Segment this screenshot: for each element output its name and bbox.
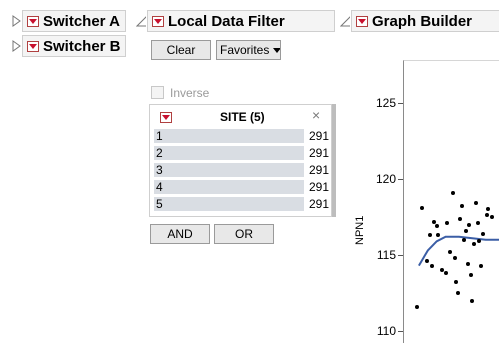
filter-scrollbar[interactable] [332, 104, 336, 217]
list-item[interactable]: 3 [154, 163, 304, 177]
site-filter-list: SITE (5) × 1 291 2 291 3 291 4 291 5 291 [149, 104, 332, 217]
list-item[interactable]: 4 [154, 180, 304, 194]
clear-button-label: Clear [166, 43, 196, 57]
item-count: 291 [309, 146, 330, 160]
scatter-point[interactable] [415, 304, 420, 309]
chevron-down-icon [273, 47, 280, 53]
scatter-point[interactable] [434, 224, 439, 229]
scatter-point[interactable] [448, 249, 453, 254]
y-tick-mark [398, 179, 403, 180]
list-item[interactable]: 2 [154, 146, 304, 160]
and-button-label: AND [167, 227, 193, 241]
y-tick-label: 110 [376, 324, 396, 338]
and-button[interactable]: AND [150, 224, 210, 244]
scatter-point[interactable] [430, 263, 435, 268]
scatter-point[interactable] [432, 219, 437, 224]
y-tick-mark [398, 331, 403, 332]
disclosure-graph-icon[interactable] [340, 15, 350, 27]
graph-plot-area[interactable] [403, 60, 499, 343]
switcher-a-title: Switcher A [43, 12, 120, 30]
menu-triangle-icon[interactable] [152, 15, 164, 27]
scatter-point[interactable] [443, 271, 448, 276]
menu-triangle-icon[interactable] [27, 15, 39, 27]
scatter-point[interactable] [452, 256, 457, 261]
scatter-point[interactable] [468, 272, 473, 277]
or-button[interactable]: OR [214, 224, 274, 244]
inverse-label: Inverse [170, 86, 210, 100]
y-tick-mark [398, 103, 403, 104]
y-axis-label: NPN1 [354, 215, 366, 245]
scatter-point[interactable] [466, 222, 471, 227]
scatter-point[interactable] [457, 216, 462, 221]
scatter-point[interactable] [480, 231, 485, 236]
item-count: 291 [309, 129, 330, 143]
y-tick-label: 115 [376, 248, 396, 262]
disclosure-filter-icon[interactable] [136, 15, 146, 27]
menu-triangle-icon[interactable] [27, 40, 39, 52]
scatter-point[interactable] [450, 190, 455, 195]
scatter-point[interactable] [424, 259, 429, 264]
switcher-b-title: Switcher B [43, 37, 121, 55]
switcher-a-header: Switcher A [22, 10, 126, 32]
disclosure-switcher-b-icon[interactable] [12, 40, 22, 52]
menu-triangle-icon[interactable] [356, 15, 368, 27]
scatter-point[interactable] [419, 205, 424, 210]
filter-title: SITE (5) [220, 110, 265, 124]
scatter-point[interactable] [489, 215, 494, 219]
y-tick-mark [398, 255, 403, 256]
y-tick-label: 125 [375, 96, 396, 110]
graph-builder-header: Graph Builder [351, 10, 499, 32]
scatter-point[interactable] [479, 263, 484, 268]
list-item[interactable]: 1 [154, 129, 304, 143]
graph-builder-title: Graph Builder [372, 12, 473, 30]
list-item[interactable]: 5 [154, 197, 304, 211]
item-count: 291 [309, 180, 330, 194]
switcher-b-header: Switcher B [22, 35, 126, 57]
scatter-point[interactable] [464, 228, 469, 233]
favorites-label: Favorites [220, 43, 270, 57]
close-icon[interactable]: × [312, 107, 320, 123]
local-data-filter-header: Local Data Filter [147, 10, 335, 32]
clear-button[interactable]: Clear [151, 40, 211, 60]
scatter-point[interactable] [470, 298, 475, 303]
menu-triangle-icon[interactable] [160, 112, 172, 123]
favorites-dropdown[interactable]: Favorites [216, 40, 281, 60]
scatter-point[interactable] [475, 221, 480, 226]
or-button-label: OR [235, 227, 253, 241]
scatter-point[interactable] [465, 262, 470, 267]
inverse-checkbox[interactable] [151, 86, 164, 99]
item-count: 291 [309, 163, 330, 177]
y-tick-label: 120 [375, 172, 396, 186]
item-count: 291 [309, 197, 330, 211]
local-data-filter-title: Local Data Filter [168, 12, 285, 30]
disclosure-switcher-a-icon[interactable] [12, 15, 22, 27]
